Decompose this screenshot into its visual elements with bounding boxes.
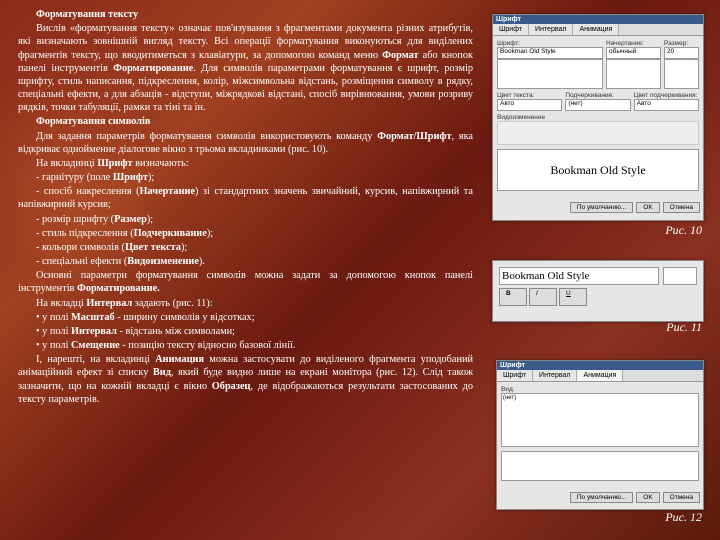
style-input[interactable]: обычный [606, 47, 661, 59]
label-vid: Вид: [501, 386, 699, 393]
caption-fig10: Рис. 10 [665, 223, 702, 238]
para: На вкладинці Шрифт визначають: [18, 157, 473, 170]
caption-fig12: Рис. 12 [665, 510, 702, 525]
font-input[interactable]: Bookman Old Style [497, 47, 603, 59]
size-combo[interactable] [663, 267, 697, 285]
para: Основні параметри форматування символів … [18, 269, 473, 295]
label-effects: Видоизменение [497, 114, 699, 121]
list-item: - розмір шрифту (Размер); [18, 213, 473, 226]
tab-strip: Шрифт Интервал Анимация [497, 370, 703, 382]
preview-box: Bookman Old Style [497, 149, 699, 191]
default-button[interactable]: По умолчанию... [570, 202, 633, 213]
underline-button[interactable]: U [559, 288, 587, 306]
bold-button[interactable]: B [499, 288, 527, 306]
ucolor-select[interactable]: Авто [634, 99, 699, 111]
body-text: Форматування тексту Вислів «форматування… [18, 8, 473, 407]
list-item: • у полі Масштаб - ширину символів у від… [18, 311, 473, 324]
label-style: Начертание: [606, 40, 661, 47]
underline-select[interactable]: (нет) [565, 99, 630, 111]
label-underline: Подчеркивание: [565, 92, 630, 99]
tab-interval[interactable]: Интервал [529, 24, 573, 35]
style-list[interactable] [606, 59, 661, 89]
tab-font[interactable]: Шрифт [493, 24, 529, 35]
font-list[interactable] [497, 59, 603, 89]
list-item: - спосіб накреслення (Начертание) зі ста… [18, 185, 473, 211]
ok-button[interactable]: OK [636, 202, 659, 213]
effects-checkboxes[interactable] [497, 121, 699, 145]
heading-1: Форматування тексту [18, 8, 473, 21]
animation-list[interactable]: (нет) [501, 393, 699, 447]
tab-animation[interactable]: Анимация [573, 24, 619, 35]
preview-box [501, 451, 699, 481]
para: Вислів «форматування тексту» означає пов… [18, 22, 473, 114]
cancel-button[interactable]: Отмена [663, 202, 700, 213]
list-item: - стиль підкреслення (Подчеркивание); [18, 227, 473, 240]
dialog-title: Шрифт [497, 361, 703, 370]
list-item: - кольори символів (Цвет текста); [18, 241, 473, 254]
label-ucolor: Цвет подчеркивания: [634, 92, 699, 99]
dialog-title: Шрифт [493, 15, 703, 24]
cancel-button[interactable]: Отмена [663, 492, 700, 503]
size-input[interactable]: 20 [664, 47, 699, 59]
tab-strip: Шрифт Интервал Анимация [493, 24, 703, 36]
list-item: - спеціальні ефекти (Видоизменение). [18, 255, 473, 268]
heading-2: Форматування символів [18, 115, 473, 128]
list-item: • у полі Интервал - відстань між символа… [18, 325, 473, 338]
size-list[interactable] [664, 59, 699, 89]
italic-button[interactable]: I [529, 288, 557, 306]
default-button[interactable]: По умолчанию... [570, 492, 633, 503]
font-dialog-fig12: Шрифт Шрифт Интервал Анимация Вид: (нет)… [496, 360, 704, 510]
color-select[interactable]: Авто [497, 99, 562, 111]
para: І, нарешті, на вкладинці Анимация можна … [18, 353, 473, 406]
caption-fig11: Рис. 11 [666, 320, 702, 335]
tab-animation[interactable]: Анимация [577, 370, 623, 381]
font-dialog-fig10: Шрифт Шрифт Интервал Анимация Шрифт: Boo… [492, 14, 704, 221]
list-item: - гарнітуру (поле Шрифт); [18, 171, 473, 184]
tab-font[interactable]: Шрифт [497, 370, 533, 381]
ok-button[interactable]: OK [636, 492, 659, 503]
list-item: • у полі Смещение - позицію тексту відно… [18, 339, 473, 352]
formatting-toolbar-fig11: Bookman Old Style B I U [492, 260, 704, 322]
para: Для задання параметрів форматування симв… [18, 130, 473, 156]
font-combo[interactable]: Bookman Old Style [499, 267, 659, 285]
label-color: Цвет текста: [497, 92, 562, 99]
tab-interval[interactable]: Интервал [533, 370, 577, 381]
para: На вкладці Интервал задають (рис. 11): [18, 297, 473, 310]
label-font: Шрифт: [497, 40, 603, 47]
label-size: Размер: [664, 40, 699, 47]
